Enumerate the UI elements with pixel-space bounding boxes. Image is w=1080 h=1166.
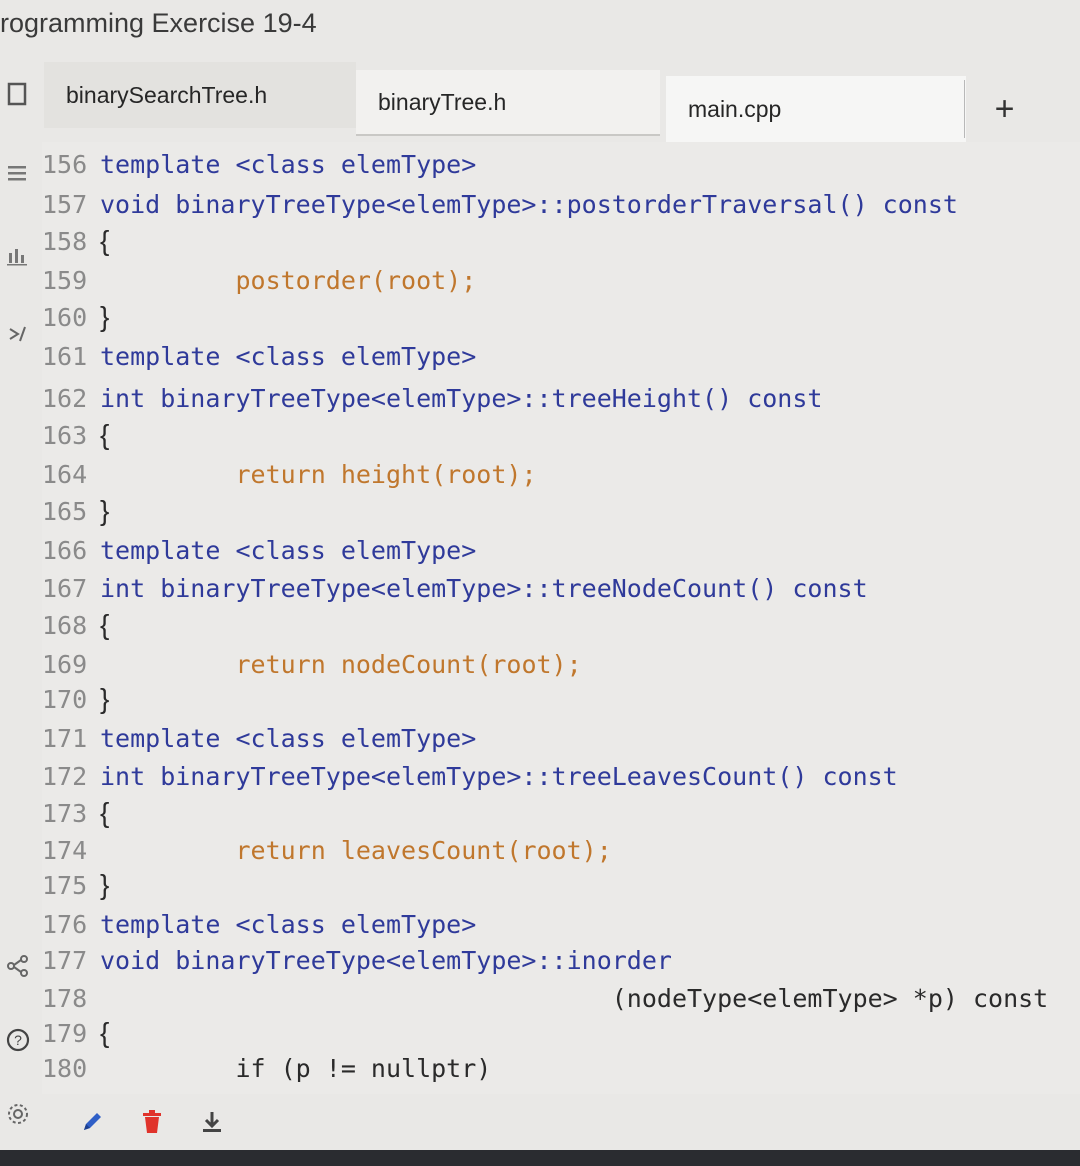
tab-label: main.cpp	[688, 95, 782, 122]
code-line: 161 template <class elemType>	[42, 338, 476, 376]
code-text: }	[100, 869, 110, 900]
code-line: 163 {	[42, 416, 109, 454]
line-number: 168	[42, 611, 88, 640]
code-text: template <class elemType>	[100, 910, 477, 939]
code-text: int binaryTreeType<elemType>::treeHeight…	[100, 384, 823, 413]
code-line: 171 template <class elemType>	[42, 720, 476, 758]
code-line: 160}	[42, 298, 109, 336]
code-line: 168 {	[42, 606, 109, 644]
code-line: 177 void binaryTreeType<elemType>::inorde…	[42, 942, 672, 980]
line-number: 169	[42, 650, 88, 679]
window-title: rogramming Exercise 19-4	[0, 8, 317, 38]
line-number: 165	[42, 497, 88, 526]
code-line: 162 int binaryTreeType<elemType>::treeHei…	[42, 380, 822, 418]
code-text: template <class elemType>	[100, 724, 477, 753]
code-text: template <class elemType>	[100, 342, 477, 371]
tab-binarysearchtree-h[interactable]: binarySearchTree.h	[44, 62, 356, 128]
code-line: 157 void binaryTreeType<elemType>::postor…	[42, 186, 958, 224]
line-number: 177	[42, 946, 88, 975]
code-icon[interactable]	[0, 316, 36, 352]
line-number: 159	[42, 266, 88, 295]
code-text: postorder(root);	[235, 266, 477, 295]
file-icon[interactable]	[0, 76, 36, 112]
line-number: 166	[42, 536, 88, 565]
code-text: void binaryTreeType<elemType>::inorder	[100, 946, 672, 975]
code-text: }	[100, 301, 110, 332]
tab-label: binarySearchTree.h	[66, 81, 268, 108]
line-number: 179	[42, 1019, 88, 1048]
line-number: 164	[42, 460, 88, 489]
code-text: int binaryTreeType<elemType>::treeLeaves…	[100, 762, 898, 791]
code-text: {	[100, 1017, 110, 1048]
code-line: 165}	[42, 492, 109, 530]
line-number: 163	[42, 421, 88, 450]
code-text: return height(root);	[235, 460, 537, 489]
pencil-icon[interactable]	[72, 1102, 112, 1142]
share-icon[interactable]	[0, 948, 36, 984]
code-text: int binaryTreeType<elemType>::treeNodeCo…	[100, 574, 868, 603]
tab-bar: binarySearchTree.h binaryTree.h main.cpp…	[44, 62, 1080, 142]
code-text: (nodeType<elemType> *p) const	[611, 984, 1049, 1013]
add-tab-button[interactable]: +	[964, 80, 1044, 138]
svg-text:?: ?	[14, 1032, 22, 1048]
line-number: 156	[42, 150, 88, 179]
line-number: 173	[42, 799, 88, 828]
code-line: 180 if (p != nullptr)	[42, 1050, 491, 1088]
bottom-toolbar	[0, 1094, 1080, 1150]
code-line: 178 (nodeType<elemType> *p) const	[42, 980, 1048, 1018]
code-line: 158 {	[42, 222, 109, 260]
tab-label: binaryTree.h	[378, 88, 507, 115]
code-line: 156 template <class elemType>	[42, 146, 476, 184]
line-number: 162	[42, 384, 88, 413]
code-text: void binaryTreeType<elemType>::postorder…	[100, 190, 958, 219]
code-text: template <class elemType>	[100, 536, 477, 565]
line-number: 172	[42, 762, 88, 791]
line-number: 175	[42, 871, 88, 900]
code-line: 159 postorder(root);	[42, 262, 476, 300]
line-number: 178	[42, 984, 88, 1013]
code-text: }	[100, 495, 110, 526]
code-line: 166 template <class elemType>	[42, 532, 476, 570]
help-icon[interactable]: ?	[0, 1022, 36, 1058]
chart-icon[interactable]	[0, 238, 36, 274]
code-line: 164 return height(root);	[42, 456, 537, 494]
code-line: 169 return nodeCount(root);	[42, 646, 582, 684]
code-line: 176 template <class elemType>	[42, 906, 476, 944]
code-text: {	[100, 797, 110, 828]
code-line: 173 {	[42, 794, 109, 832]
code-editor[interactable]: 156 template <class elemType> 157 void bin…	[42, 142, 1080, 1094]
trash-icon[interactable]	[132, 1102, 172, 1142]
code-line: 179 {	[42, 1014, 109, 1052]
code-line: 170}	[42, 680, 109, 718]
line-number: 174	[42, 836, 88, 865]
code-text: {	[100, 419, 110, 450]
code-line: 175}	[42, 866, 109, 904]
line-number: 161	[42, 342, 88, 371]
code-text: {	[100, 225, 110, 256]
screen-bezel	[0, 1150, 1080, 1166]
line-number: 170	[42, 685, 88, 714]
line-number: 167	[42, 574, 88, 603]
tab-main-cpp[interactable]: main.cpp	[666, 76, 966, 142]
line-number: 160	[42, 303, 88, 332]
line-number: 180	[42, 1054, 88, 1083]
code-line: 174 return leavesCount(root);	[42, 832, 612, 870]
code-text: return nodeCount(root);	[235, 650, 582, 679]
download-icon[interactable]	[192, 1102, 232, 1142]
menu-icon[interactable]	[0, 156, 36, 192]
code-text: if (p != nullptr)	[235, 1054, 492, 1083]
line-number: 157	[42, 190, 88, 219]
line-number: 171	[42, 724, 88, 753]
code-text: }	[100, 683, 110, 714]
code-text: template <class elemType>	[100, 150, 477, 179]
code-line: 172 int binaryTreeType<elemType>::treeLea…	[42, 758, 898, 796]
line-number: 176	[42, 910, 88, 939]
code-text: {	[100, 609, 110, 640]
sidebar: ?	[0, 60, 40, 1150]
line-number: 158	[42, 227, 88, 256]
code-text: return leavesCount(root);	[235, 836, 612, 865]
code-line: 167 int binaryTreeType<elemType>::treeNod…	[42, 570, 868, 608]
tab-binarytree-h[interactable]: binaryTree.h	[356, 70, 660, 136]
